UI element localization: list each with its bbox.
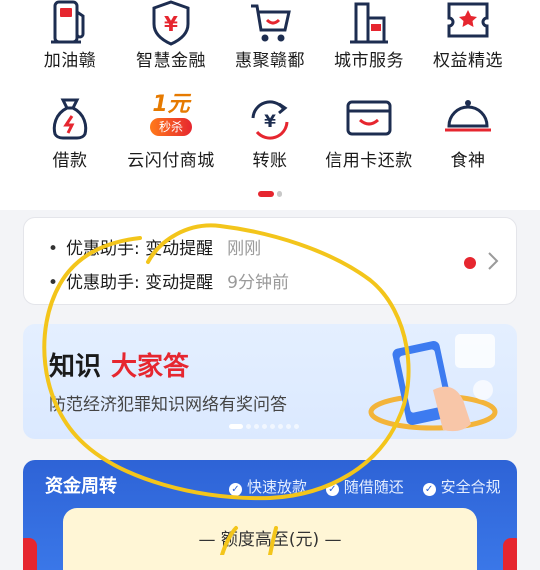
pager-dot [277,191,282,197]
funds-card[interactable]: 资金周转 ✓ 快速放款 ✓ 随借随还 ✓ 安全合规 — 额度高至(元) — [23,460,517,570]
banner-dot [246,424,251,429]
banner-dot [294,424,299,429]
notice-time: 9分钟前 [227,273,289,293]
credit-card-icon [346,100,392,136]
funds-tag: ✓ 随借随还 [325,476,404,497]
transfer-icon: ¥ [251,100,289,140]
service-label: 权益精选 [433,51,503,71]
notice-row: • 优惠助手: 变动提醒 刚刚 [48,234,261,259]
service-label: 加油赣 [43,51,97,71]
banner-title-part2: 大家答 [111,352,190,382]
banner-subtitle: 防范经济犯罪知识网络有奖问答 [49,395,287,415]
fuel-pump-icon [51,0,85,44]
banner-dot-active [229,424,243,429]
bullet: • [48,273,59,293]
city-building-icon [350,2,388,44]
bullet: • [48,239,59,259]
flash-sale-badge-bottom: 秒杀 [150,118,192,136]
notice-row: • 优惠助手: 变动提醒 9分钟前 [48,268,289,293]
funds-tag: ✓ 安全合规 [422,476,501,497]
banner-dot [254,424,259,429]
star-ticket-icon [447,2,489,38]
notice-text: 优惠助手: 变动提醒 [66,273,214,293]
notice-card[interactable]: • 优惠助手: 变动提醒 刚刚 • 优惠助手: 变动提醒 9分钟前 [23,217,517,305]
quota-card[interactable]: — 额度高至(元) — [63,508,477,570]
service-label: 信用卡还款 [325,151,413,171]
pager-dot-active [258,191,274,197]
phone-quiz-illustration [368,334,498,432]
quota-label: — 额度高至(元) — [198,530,342,550]
notice-time: 刚刚 [227,239,262,259]
service-label: 转账 [252,151,288,171]
svg-text:¥: ¥ [264,112,276,132]
yuan-shield-icon: ¥ [152,0,190,46]
check-icon: ✓ [325,483,339,496]
service-label: 云闪付商城 [127,151,215,171]
banner-title: 知识 大家答 [49,346,189,383]
flash-sale-badge-top: 1元 [152,92,190,117]
funds-tag: ✓ 快速放款 [229,476,307,497]
banner-dot [262,424,267,429]
service-label: 城市服务 [334,51,404,71]
funds-title: 资金周转 [45,476,117,497]
funds-tags: ✓ 快速放款 ✓ 随借随还 ✓ 安全合规 [229,476,515,497]
chevron-right-icon[interactable] [486,248,500,274]
knowledge-banner[interactable]: 知识 大家答 防范经济犯罪知识网络有奖问答 [23,324,517,439]
service-label: 借款 [52,151,88,171]
banner-title-part1: 知识 [49,352,102,382]
notice-text: 优惠助手: 变动提醒 [66,239,214,259]
svg-text:¥: ¥ [164,12,178,36]
unread-dot [464,257,476,269]
service-label: 智慧金融 [136,51,206,71]
food-cloche-icon [445,100,491,132]
decor-left [23,538,37,570]
service-grid: 加油赣 ¥ 智慧金融 惠聚赣鄱 城市服务 权益精选 借款 1元 秒杀 云闪付商城… [0,0,540,210]
banner-pager-dots [229,424,302,439]
banner-dot [278,424,283,429]
decor-right [503,538,517,570]
shopping-cart-icon [251,4,291,42]
money-bag-icon [52,98,88,140]
service-label: 食神 [450,151,486,171]
check-icon: ✓ [229,483,242,496]
banner-dot [286,424,291,429]
check-icon: ✓ [422,483,436,496]
flash-sale-icon: 1元 秒杀 [144,92,198,144]
banner-dot [270,424,275,429]
service-label: 惠聚赣鄱 [235,51,305,71]
